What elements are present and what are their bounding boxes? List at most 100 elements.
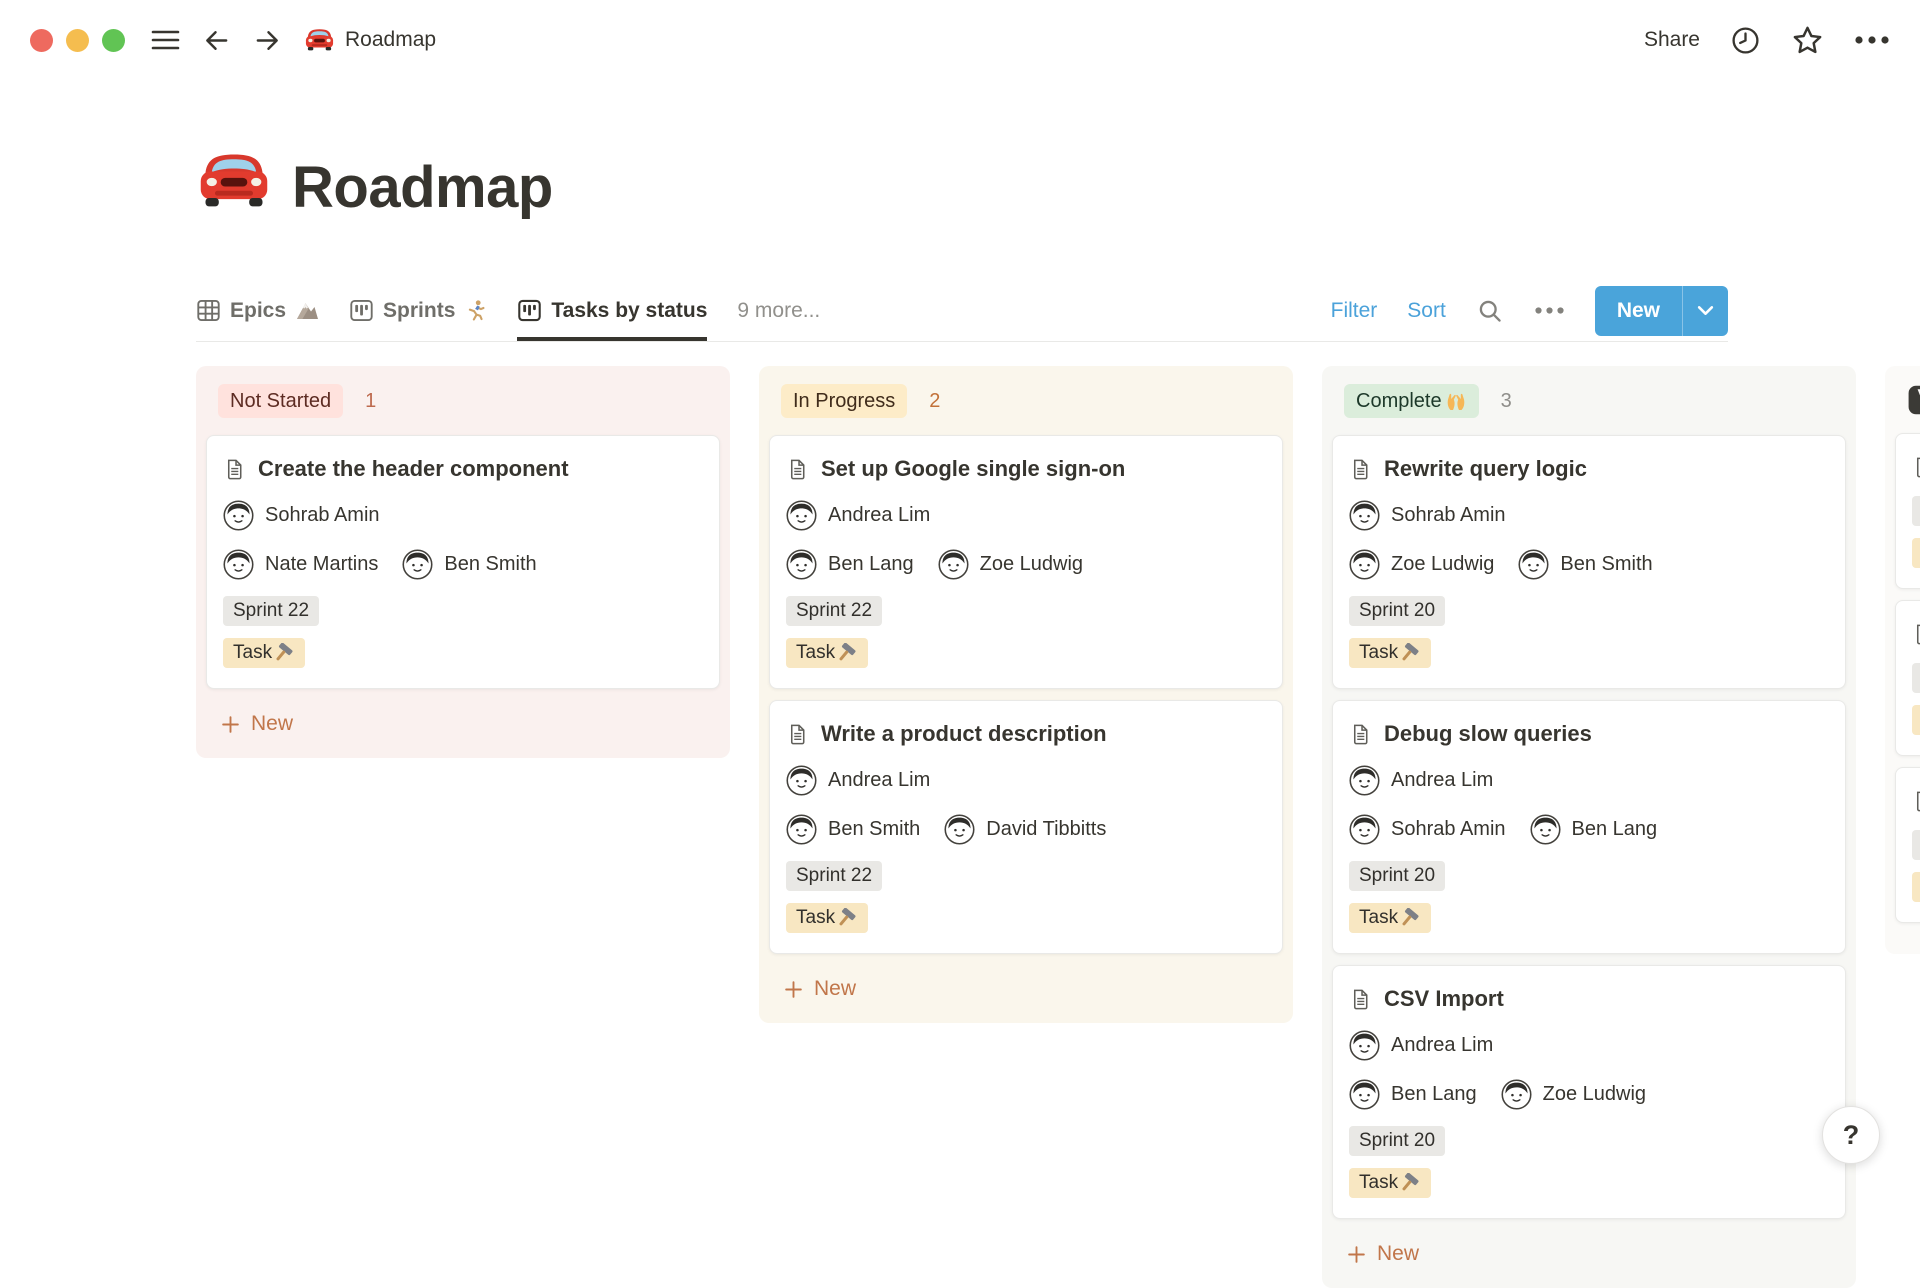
tab-epics[interactable]: Epics bbox=[196, 280, 319, 341]
page-icon bbox=[786, 458, 809, 481]
new-button-group: New bbox=[1595, 286, 1728, 336]
mountain-icon bbox=[295, 300, 319, 321]
card-title: CSV Import bbox=[1384, 986, 1504, 1012]
new-dropdown-button[interactable] bbox=[1682, 286, 1728, 336]
assignee-name: Zoe Ludwig bbox=[1543, 1083, 1646, 1106]
assignee-row: Ben LangZoe Ludwig bbox=[786, 544, 1266, 584]
task-card[interactable]: Sprint Task bbox=[1895, 767, 1920, 923]
task-card[interactable]: CSV ImportAndrea LimBen LangZoe LudwigSp… bbox=[1332, 965, 1846, 1219]
task-card[interactable]: Set up Google single sign-onAndrea LimBe… bbox=[769, 435, 1283, 689]
task-card[interactable]: Create the header componentSohrab AminNa… bbox=[206, 435, 720, 689]
avatar bbox=[1349, 1030, 1380, 1061]
sprint-tag: Sprint 22 bbox=[223, 596, 319, 626]
view-options-button[interactable] bbox=[1534, 306, 1565, 315]
task-tag-label: Task bbox=[1359, 642, 1398, 664]
avatar bbox=[1349, 765, 1380, 796]
assignee-row: Sohrab AminBen Lang bbox=[1349, 809, 1829, 849]
more-tabs-button[interactable]: 9 more... bbox=[737, 280, 820, 341]
tab-sprints[interactable]: Sprints bbox=[349, 280, 487, 341]
status-tag[interactable]: Complete bbox=[1344, 384, 1479, 418]
sprint-tag: Sprint 22 bbox=[786, 596, 882, 626]
page-title[interactable]: Roadmap bbox=[292, 156, 553, 220]
assignee-row: Sohrab Amin bbox=[1349, 495, 1829, 535]
task-tag-label: Task bbox=[796, 642, 835, 664]
hammer-icon bbox=[1400, 1173, 1421, 1194]
more-options-button[interactable] bbox=[1854, 35, 1890, 45]
sprint-tag: Sprint 20 bbox=[1349, 596, 1445, 626]
sidebar-menu-button[interactable] bbox=[151, 29, 180, 51]
assignee-name: Andrea Lim bbox=[1391, 769, 1493, 792]
favorite-button[interactable] bbox=[1791, 24, 1824, 57]
column-count: 2 bbox=[929, 390, 940, 413]
new-card-button[interactable]: New bbox=[1332, 1230, 1846, 1268]
card-title: Write a product description bbox=[821, 721, 1107, 747]
zoom-button[interactable] bbox=[102, 29, 125, 52]
avatar bbox=[1518, 549, 1549, 580]
status-tag[interactable]: Not Started bbox=[218, 384, 343, 418]
card-title-row: Write a product description bbox=[786, 717, 1266, 751]
assignee-name: Andrea Lim bbox=[1391, 1034, 1493, 1057]
avatar bbox=[402, 549, 433, 580]
avatar bbox=[786, 765, 817, 796]
assignee-name: Ben Smith bbox=[444, 553, 536, 576]
column-header: Not Started 1 bbox=[206, 382, 720, 435]
raising-hands-icon bbox=[1445, 390, 1467, 412]
minimize-button[interactable] bbox=[66, 29, 89, 52]
tab-tasks-by-status[interactable]: Tasks by status bbox=[517, 280, 707, 341]
new-card-label: New bbox=[251, 712, 293, 736]
sprint-tag: Sprint bbox=[1912, 830, 1920, 860]
new-card-button[interactable]: New bbox=[206, 700, 720, 738]
star-icon bbox=[1791, 24, 1824, 57]
column-count: 1 bbox=[365, 390, 376, 413]
filter-button[interactable]: Filter bbox=[1331, 299, 1378, 323]
back-button[interactable] bbox=[202, 26, 231, 55]
hamburger-icon bbox=[151, 29, 180, 51]
search-icon bbox=[1476, 297, 1504, 325]
assignee-name: Sohrab Amin bbox=[1391, 504, 1506, 527]
task-card[interactable]: SprintTask bbox=[1895, 600, 1920, 756]
clock-icon bbox=[1730, 25, 1761, 56]
new-card-button[interactable]: New bbox=[769, 965, 1283, 1003]
task-card[interactable]: Debug slow queriesAndrea LimSohrab AminB… bbox=[1332, 700, 1846, 954]
tab-label: Epics bbox=[230, 299, 286, 323]
avatar bbox=[786, 549, 817, 580]
sprint-tag: Sprint 20 bbox=[1349, 861, 1445, 891]
help-button[interactable]: ? bbox=[1822, 1106, 1880, 1164]
avatar bbox=[1349, 1079, 1380, 1110]
breadcrumb[interactable]: Roadmap bbox=[304, 25, 436, 56]
assignee-name: Ben Smith bbox=[1560, 553, 1652, 576]
column-count: 3 bbox=[1501, 390, 1512, 413]
page-icon bbox=[1912, 790, 1920, 813]
sort-button[interactable]: Sort bbox=[1407, 299, 1446, 323]
avatar bbox=[1530, 814, 1561, 845]
share-button[interactable]: Share bbox=[1644, 28, 1700, 52]
task-card[interactable]: Write a product descriptionAndrea LimBen… bbox=[769, 700, 1283, 954]
task-tag: Task bbox=[1912, 872, 1920, 902]
task-tag: Task bbox=[1912, 705, 1920, 735]
red-car-icon bbox=[304, 25, 335, 56]
updates-button[interactable] bbox=[1730, 25, 1761, 56]
red-car-icon[interactable] bbox=[196, 144, 272, 220]
card-title-row: Create the header component bbox=[223, 452, 703, 486]
avatar bbox=[1349, 814, 1380, 845]
new-button[interactable]: New bbox=[1595, 286, 1682, 336]
task-card[interactable]: Rewrite query logicSohrab AminZoe Ludwig… bbox=[1332, 435, 1846, 689]
task-tag-label: Task bbox=[1359, 907, 1398, 929]
close-button[interactable] bbox=[30, 29, 53, 52]
page-icon bbox=[223, 458, 246, 481]
board-icon bbox=[517, 298, 542, 323]
forward-button[interactable] bbox=[253, 26, 282, 55]
status-label: Complete bbox=[1356, 390, 1442, 413]
avatar bbox=[223, 549, 254, 580]
assignee-row: Nate MartinsBen Smith bbox=[223, 544, 703, 584]
assignee-name: Ben Lang bbox=[1572, 818, 1658, 841]
hammer-icon bbox=[837, 908, 858, 929]
card-title: Set up Google single sign-on bbox=[821, 456, 1125, 482]
kanban-column: SprintTaskSprintTaskSprintTask bbox=[1885, 366, 1920, 954]
search-button[interactable] bbox=[1476, 297, 1504, 325]
status-tag[interactable]: In Progress bbox=[781, 384, 907, 418]
column-header: Complete 3 bbox=[1332, 382, 1846, 435]
task-tag-label: Task bbox=[233, 642, 272, 664]
task-card[interactable]: SprintTask bbox=[1895, 433, 1920, 589]
assignee-row: Andrea Lim bbox=[1349, 760, 1829, 800]
